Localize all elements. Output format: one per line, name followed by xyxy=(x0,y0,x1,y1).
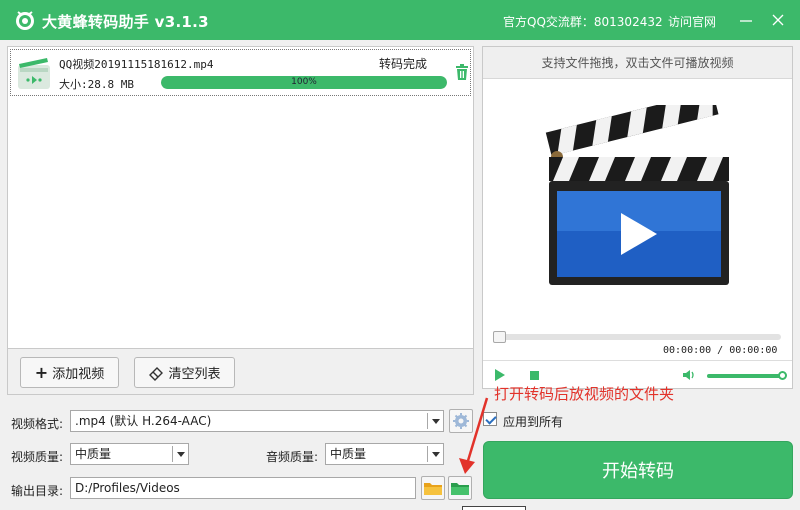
conversion-progress-bar: 100% xyxy=(161,76,447,89)
seek-thumb[interactable] xyxy=(493,331,506,343)
clapperboard-icon xyxy=(545,105,729,285)
format-select-value: .mp4 (默认 H.264-AAC) xyxy=(75,414,212,428)
format-label: 视频格式: xyxy=(11,417,64,431)
format-select[interactable]: .mp4 (默认 H.264-AAC) xyxy=(70,410,444,432)
file-list[interactable]: QQ视频20191115181612.mp4 大小:28.8 MB 转码完成 1… xyxy=(7,46,474,349)
stop-icon[interactable] xyxy=(530,371,539,380)
playback-time: 00:00:00 / 00:00:00 xyxy=(663,345,778,356)
qq-group-text: 官方QQ交流群：801302432 xyxy=(503,15,663,29)
play-icon[interactable] xyxy=(495,369,505,381)
app-logo-icon xyxy=(16,11,34,30)
app-title: 大黄蜂转码助手 v3.1.3 xyxy=(42,13,209,31)
close-icon[interactable] xyxy=(766,8,790,32)
seek-slider[interactable] xyxy=(493,331,781,343)
progress-label: 100% xyxy=(291,77,317,87)
title-bar: 大黄蜂转码助手 v3.1.3 官方QQ交流群：801302432 访问官网 xyxy=(0,0,800,40)
plus-icon: + xyxy=(34,362,49,382)
volume-slider[interactable] xyxy=(707,371,787,380)
add-video-button[interactable]: + 添加视频 xyxy=(20,357,119,388)
apply-to-all-label: 应用到所有 xyxy=(503,415,564,429)
output-dir-field[interactable]: D:/Profiles/Videos xyxy=(70,477,416,499)
folder-icon xyxy=(424,483,442,495)
video-quality-select[interactable]: 中质量 xyxy=(70,443,189,465)
video-quality-value: 中质量 xyxy=(75,447,112,461)
open-output-folder-button[interactable] xyxy=(448,476,472,500)
trash-icon[interactable] xyxy=(455,64,469,80)
clear-list-label: 清空列表 xyxy=(168,367,221,382)
start-convert-button[interactable]: 开始转码 xyxy=(483,441,793,499)
preview-hint: 支持文件拖拽，双击文件可播放视频 xyxy=(483,47,792,79)
list-toolbar: + 添加视频 清空列表 xyxy=(7,349,474,395)
file-status: 转码完成 xyxy=(379,57,428,71)
add-video-label: 添加视频 xyxy=(52,367,105,382)
file-list-item[interactable]: QQ视频20191115181612.mp4 大小:28.8 MB 转码完成 1… xyxy=(10,49,471,96)
video-file-icon xyxy=(18,58,50,89)
clear-list-button[interactable]: 清空列表 xyxy=(134,357,235,388)
chevron-down-icon xyxy=(172,446,188,462)
open-folder-icon xyxy=(451,483,469,495)
annotation-arrow-icon xyxy=(459,397,489,474)
file-size: 大小:28.8 MB xyxy=(59,78,134,91)
eraser-icon xyxy=(149,366,164,381)
audio-quality-value: 中质量 xyxy=(330,447,367,461)
audio-quality-select[interactable]: 中质量 xyxy=(325,443,444,465)
output-dir-label: 输出目录: xyxy=(11,484,64,498)
chevron-down-icon xyxy=(427,413,443,429)
chevron-down-icon xyxy=(427,446,443,462)
volume-icon[interactable] xyxy=(682,368,696,382)
video-preview[interactable]: 支持文件拖拽，双击文件可播放视频 00:00:00 / 00:00:00 xyxy=(482,46,793,389)
video-quality-label: 视频质量: xyxy=(11,450,64,464)
audio-quality-label: 音频质量: xyxy=(266,450,319,464)
annotation-text: 打开转码后放视频的文件夹 xyxy=(494,385,675,403)
browse-folder-button[interactable] xyxy=(421,476,445,500)
visit-site-link[interactable]: 访问官网 xyxy=(668,13,716,30)
minimize-icon[interactable] xyxy=(734,8,758,32)
volume-knob[interactable] xyxy=(778,371,787,380)
tooltip xyxy=(462,506,526,510)
file-name: QQ视频20191115181612.mp4 xyxy=(59,58,214,71)
